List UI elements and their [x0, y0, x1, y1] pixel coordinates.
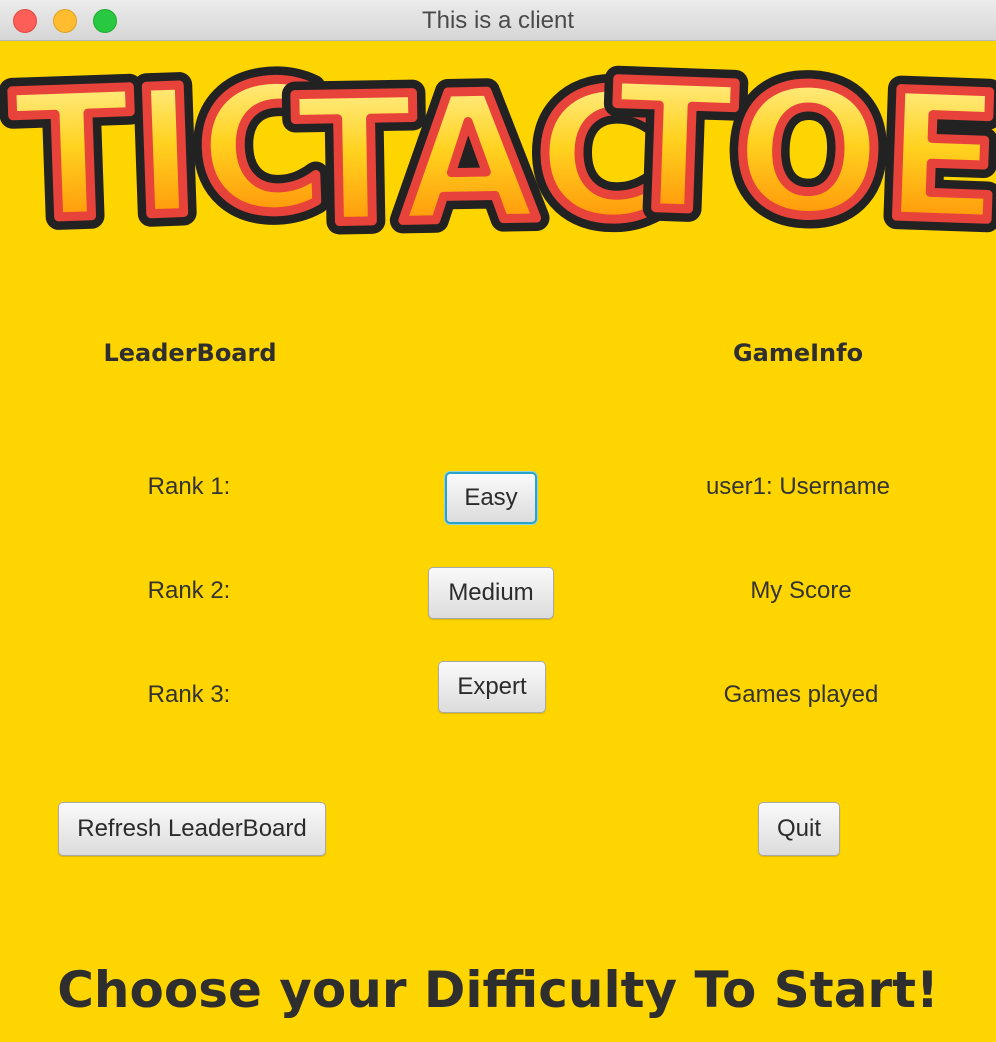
refresh-leaderboard-button[interactable]: Refresh LeaderBoard	[58, 802, 326, 856]
window-titlebar: This is a client	[0, 0, 996, 41]
choose-difficulty-prompt: Choose your Difficulty To Start!	[57, 961, 939, 1019]
easy-button[interactable]: Easy	[445, 472, 537, 524]
medium-button[interactable]: Medium	[428, 567, 554, 619]
logo-word-tac-outline: TAC	[293, 55, 666, 261]
expert-button[interactable]: Expert	[438, 661, 546, 713]
leaderboard-heading: LeaderBoard	[103, 339, 277, 367]
window-title: This is a client	[421, 7, 575, 34]
rank-2-label: Rank 2:	[147, 577, 231, 604]
gameinfo-heading: GameInfo	[732, 339, 864, 367]
logo-word-toe-outline: TOE	[611, 45, 996, 261]
my-score-label: My Score	[750, 577, 852, 604]
logo-word-tic-outline: TIC	[10, 47, 330, 261]
username-label: user1: Username	[705, 473, 891, 500]
main-panel: TIC TIC TAC TAC TOE TOE LeaderBoard Game…	[0, 41, 996, 1042]
rank-3-label: Rank 3:	[147, 681, 231, 708]
rank-1-label: Rank 1:	[147, 473, 231, 500]
games-played-label: Games played	[723, 681, 879, 708]
tic-tac-toe-logo: TIC TIC TAC TAC TOE TOE	[0, 41, 996, 261]
quit-button[interactable]: Quit	[758, 802, 840, 856]
